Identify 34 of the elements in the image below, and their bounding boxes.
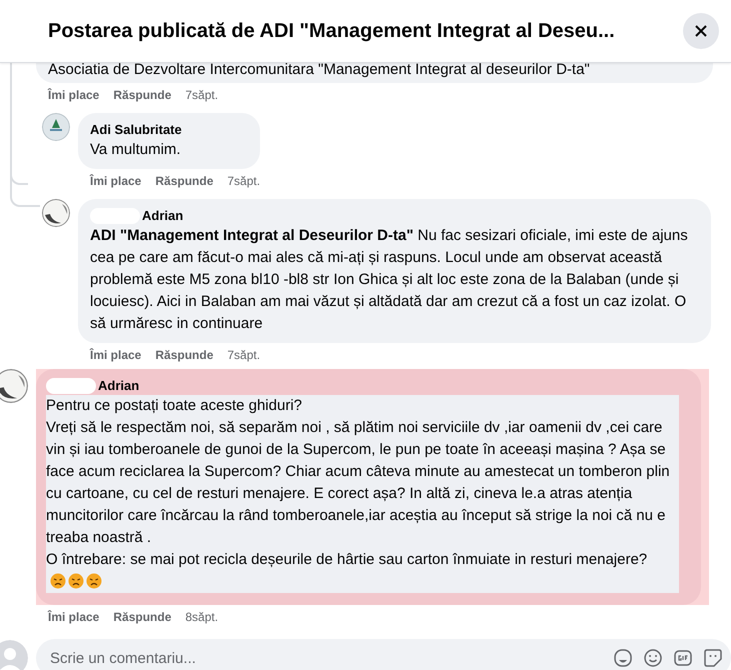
persevering-face-icon (50, 573, 66, 589)
like-link[interactable]: Îmi place (90, 348, 142, 362)
avatar-icon[interactable] (0, 369, 28, 403)
comment-text: Va multumim. (90, 140, 182, 160)
reply-link[interactable]: Răspunde (155, 348, 214, 362)
close-button[interactable] (683, 13, 719, 49)
like-link[interactable]: Îmi place (90, 174, 142, 188)
comment-field[interactable]: Scrie un comentariu... (36, 639, 731, 670)
comment-text: Pentru ce postați toate aceste ghiduri? Vreți să le respectăm noi, să separăm noi , să plătim noi serviciile dv ,iar oamenii dv ,cei care vin și iau tomberoanele de gunoi de la Supercom, le pun pe toate în aceeași mașina ? Așa se face acum reciclarea la Supercom? Chiar acum câteva minute au amestecat un tomberon plin cu cartoane, cu cel de resturi menajere. E corect așa? In altă zi, cineva le.a atras atenția muncitorilor care încărcau la rând tomberoanele,iar aceștia au început să strige la noi că nu e treaba noastră . O întrebare: se mai pot recicla deșeurile de hârtie sau carton înmuiate in resturi menajere? (46, 395, 679, 593)
comment-text: Asociatia de Dezvoltare Intercomunitara "Management Integrat al deseurilor D-ta" (48, 63, 590, 79)
comment-author[interactable]: Adi Salubritate (90, 121, 182, 139)
avatar-sticker-icon[interactable] (613, 648, 633, 668)
sticker-icon[interactable] (703, 648, 723, 668)
persevering-face-icon (68, 573, 84, 589)
avatar-icon[interactable] (42, 113, 70, 141)
reply-link[interactable]: Răspunde (113, 88, 172, 102)
like-link[interactable]: Îmi place (48, 610, 100, 624)
comment-time: 7săpt. (227, 174, 260, 188)
comment-author[interactable]: Adrian (142, 207, 184, 225)
gif-icon[interactable] (673, 648, 693, 668)
comment-author[interactable]: Adrian (98, 377, 140, 395)
reply-link[interactable]: Răspunde (155, 174, 214, 188)
like-link[interactable]: Îmi place (48, 88, 100, 102)
comment-time: 8săpt. (185, 610, 218, 624)
comment-time: 7săpt. (185, 88, 218, 102)
emoji-icon[interactable] (643, 648, 663, 668)
avatar-icon[interactable] (42, 199, 70, 227)
close-icon (693, 23, 709, 39)
reply-link[interactable]: Răspunde (113, 610, 172, 624)
comment-text: ADI "Management Integrat al Deseurilor D-ta" Nu fac sesizari oficiale, imi este de ajuns cea pe care am făcut-o mai ales că mi-ați și raspuns. Locul unde am observat această problemă este M5 zona bl10 -bl8 str Ion Ghica și alt loc este zona de la Balaban (unde și locuiesc). Aici in Balaban am mai văzut și altădată dar am crezut că a fost un caz izolat. O să urmăresc in continuare (90, 226, 689, 334)
dialog-title: Postarea publicată de ADI "Management Integrat al Deseu... (48, 20, 616, 42)
persevering-face-icon (86, 573, 102, 589)
comment-time: 7săpt. (227, 348, 260, 362)
comment-input[interactable]: Scrie un comentariu... (48, 648, 603, 668)
